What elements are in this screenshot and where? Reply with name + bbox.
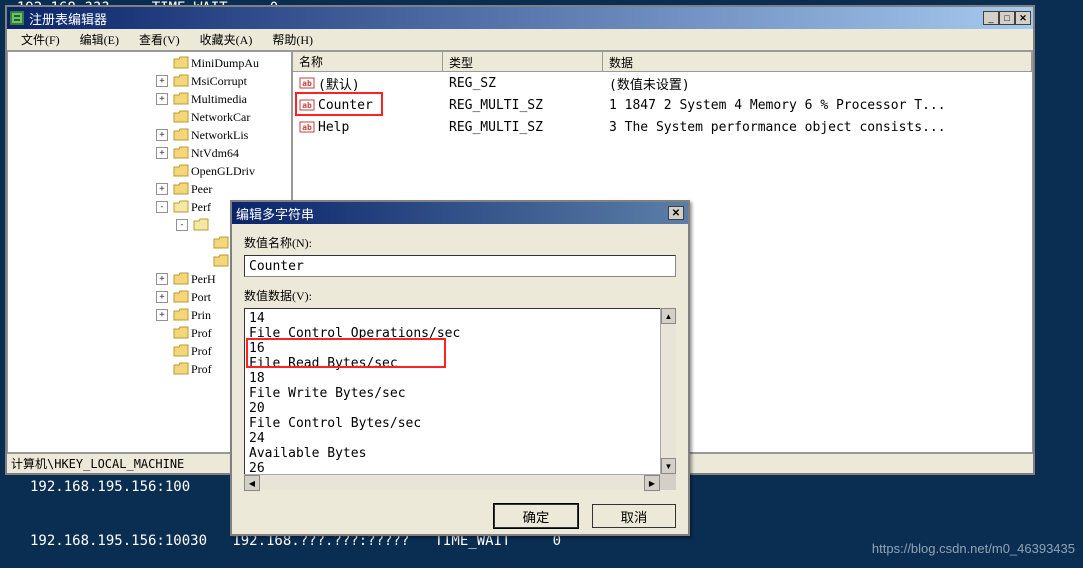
scroll-down-button[interactable]: ▼ [661,458,676,474]
tree-node[interactable]: MiniDumpAu [8,54,291,72]
titlebar[interactable]: 注册表编辑器 _ □ ✕ [7,7,1033,29]
horizontal-scrollbar[interactable]: ◀ ▶ [244,474,660,490]
tree-node-label: NtVdm64 [191,146,239,161]
menu-edit[interactable]: 编辑(E) [70,29,129,50]
value-name: Help [318,120,349,135]
ok-button[interactable]: 确定 [494,504,578,528]
tree-node-label: Prof [191,362,212,377]
tree-node-label: Prof [191,326,212,341]
tree-node-label: Port [191,290,211,305]
value-type: REG_SZ [443,76,603,91]
expander-icon[interactable]: + [156,93,168,105]
maximize-button[interactable]: □ [999,11,1015,25]
watermark: https://blog.csdn.net/m0_46393435 [872,541,1075,556]
tree-node[interactable]: NetworkCar [8,108,291,126]
tree-node[interactable]: + MsiCorrupt [8,72,291,90]
vertical-scrollbar[interactable]: ▲ ▼ [660,308,676,474]
scroll-up-button[interactable]: ▲ [661,308,676,324]
svg-text:ab: ab [302,101,312,110]
svg-text:ab: ab [302,79,312,88]
tree-node-label: MsiCorrupt [191,74,247,89]
value-type: REG_MULTI_SZ [443,120,603,135]
tree-node-label: Peer [191,182,212,197]
dialog-close-button[interactable]: ✕ [668,206,684,220]
value-data: 1 1847 2 System 4 Memory 6 % Processor T… [603,98,1032,113]
expander-icon[interactable]: - [156,201,168,213]
tree-node-label: Perf [191,200,211,215]
tree-node-label: OpenGLDriv [191,164,255,179]
col-name[interactable]: 名称 [293,52,443,71]
tree-node-label: MiniDumpAu [191,56,259,71]
value-name: Counter [318,98,373,113]
expander-icon[interactable]: + [156,129,168,141]
tree-node[interactable]: OpenGLDriv [8,162,291,180]
tree-node-label: Prin [191,308,211,323]
tree-node[interactable]: + Multimedia [8,90,291,108]
value-data-textarea[interactable]: 14 File Control Operations/sec 16 File R… [244,308,676,490]
value-row[interactable]: ab Counter REG_MULTI_SZ1 1847 2 System 4 M… [293,94,1032,116]
scroll-left-button[interactable]: ◀ [244,475,260,491]
menubar: 文件(F) 编辑(E) 查看(V) 收藏夹(A) 帮助(H) [7,29,1033,51]
col-data[interactable]: 数据 [603,52,1032,71]
tree-node[interactable]: + NtVdm64 [8,144,291,162]
tree-node-label: NetworkLis [191,128,248,143]
expander-icon[interactable]: + [156,309,168,321]
svg-text:ab: ab [302,123,312,132]
value-name: (默认) [318,74,360,93]
tree-node-label: Multimedia [191,92,247,107]
menu-favorites[interactable]: 收藏夹(A) [190,29,263,50]
expander-icon[interactable]: + [156,291,168,303]
expander-icon[interactable]: + [156,147,168,159]
app-icon [9,10,25,26]
menu-view[interactable]: 查看(V) [129,29,190,50]
window-title: 注册表编辑器 [29,9,983,28]
scroll-corner [660,474,676,490]
expander-icon[interactable]: + [156,75,168,87]
dialog-titlebar[interactable]: 编辑多字符串 ✕ [232,202,688,224]
expander-icon[interactable]: - [176,219,188,231]
value-data-label: 数值数据(V): [244,287,676,304]
value-data: (数值未设置) [603,74,1032,93]
minimize-button[interactable]: _ [983,11,999,25]
scroll-right-button[interactable]: ▶ [644,475,660,491]
cancel-button[interactable]: 取消 [592,504,676,528]
tree-node[interactable]: + Peer [8,180,291,198]
tree-node-label: Prof [191,344,212,359]
edit-multistring-dialog: 编辑多字符串 ✕ 数值名称(N): 数值数据(V): 14 File Contr… [230,200,690,536]
value-data: 3 The System performance object consists… [603,120,1032,135]
tree-node[interactable]: + NetworkLis [8,126,291,144]
value-row[interactable]: ab (默认) REG_SZ(数值未设置) [293,72,1032,94]
value-name-input[interactable] [244,255,676,277]
value-type: REG_MULTI_SZ [443,98,603,113]
tree-node-label: PerH [191,272,216,287]
tree-node-label: NetworkCar [191,110,250,125]
dialog-title: 编辑多字符串 [236,204,668,223]
value-row[interactable]: ab Help REG_MULTI_SZ3 The System performan… [293,116,1032,138]
menu-file[interactable]: 文件(F) [11,29,70,50]
value-name-label: 数值名称(N): [244,234,676,251]
menu-help[interactable]: 帮助(H) [262,29,323,50]
col-type[interactable]: 类型 [443,52,603,71]
expander-icon[interactable]: + [156,273,168,285]
close-button[interactable]: ✕ [1015,11,1031,25]
expander-icon[interactable]: + [156,183,168,195]
